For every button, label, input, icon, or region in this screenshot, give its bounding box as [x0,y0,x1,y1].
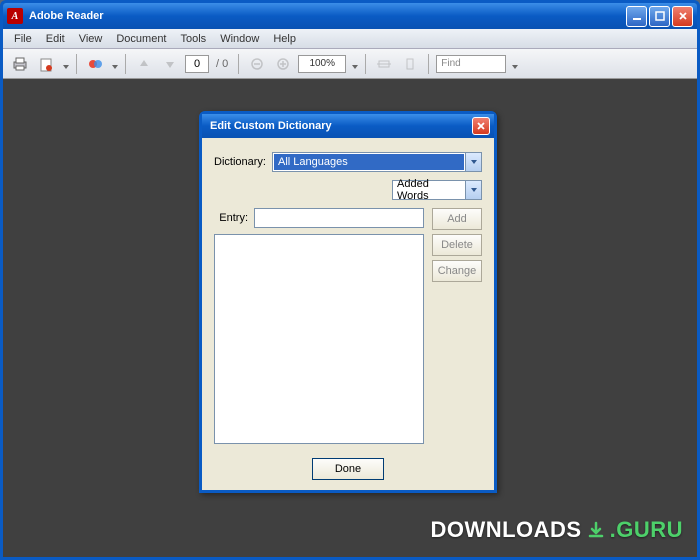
menu-edit[interactable]: Edit [39,31,72,47]
close-button[interactable] [672,6,693,27]
menu-bar: File Edit View Document Tools Window Hel… [3,29,697,49]
entry-input[interactable] [254,208,424,228]
chevron-down-icon [465,181,481,199]
separator [238,54,239,74]
zoom-out-button[interactable] [246,53,268,75]
watermark: DOWNLOADS .GURU [430,517,683,543]
fit-page-button[interactable] [399,53,421,75]
fit-width-button[interactable] [373,53,395,75]
maximize-button[interactable] [649,6,670,27]
save-button[interactable] [35,53,57,75]
page-up-button[interactable] [133,53,155,75]
dialog-title-text: Edit Custom Dictionary [206,120,472,132]
zoom-level-box[interactable]: 100% [298,55,346,73]
menu-file[interactable]: File [7,31,39,47]
dictionary-combo-value: All Languages [274,154,464,170]
separator [365,54,366,74]
filter-combo-value: Added Words [393,176,465,204]
menu-document[interactable]: Document [109,31,173,47]
download-icon [586,520,606,540]
dialog-body: Dictionary: All Languages Added Words En… [202,138,494,490]
dialog-title-bar: Edit Custom Dictionary [202,114,494,138]
menu-view[interactable]: View [72,31,110,47]
dialog-close-button[interactable] [472,117,490,135]
collab-button[interactable] [84,53,106,75]
dictionary-combo[interactable]: All Languages [272,152,482,172]
page-down-button[interactable] [159,53,181,75]
menu-help[interactable]: Help [266,31,303,47]
page-total-label: / 0 [216,58,228,70]
watermark-text-2: .GURU [610,517,683,543]
menu-window[interactable]: Window [213,31,266,47]
chevron-down-icon [465,153,481,171]
main-window: A Adobe Reader File Edit View Document T… [0,0,700,560]
separator [76,54,77,74]
dropdown-arrow-icon [112,61,118,67]
watermark-text-1: DOWNLOADS [430,517,581,543]
find-input[interactable]: Find [436,55,506,73]
window-controls [626,6,693,27]
title-bar: A Adobe Reader [3,3,697,29]
menu-tools[interactable]: Tools [174,31,214,47]
page-number-input[interactable] [185,55,209,73]
delete-button[interactable]: Delete [432,234,482,256]
dropdown-arrow-icon [63,61,69,67]
separator [428,54,429,74]
toolbar: / 0 100% Find [3,49,697,79]
done-button[interactable]: Done [312,458,384,480]
dictionary-label: Dictionary: [214,156,266,168]
change-button[interactable]: Change [432,260,482,282]
zoom-in-button[interactable] [272,53,294,75]
window-title: Adobe Reader [29,10,626,22]
add-button[interactable]: Add [432,208,482,230]
print-button[interactable] [9,53,31,75]
app-icon: A [7,8,23,24]
entry-label: Entry: [214,212,248,224]
edit-dictionary-dialog: Edit Custom Dictionary Dictionary: All L… [199,111,497,493]
dropdown-arrow-icon [352,61,358,67]
dropdown-arrow-icon [512,61,518,67]
entry-list[interactable] [214,234,424,444]
minimize-button[interactable] [626,6,647,27]
separator [125,54,126,74]
filter-combo[interactable]: Added Words [392,180,482,200]
